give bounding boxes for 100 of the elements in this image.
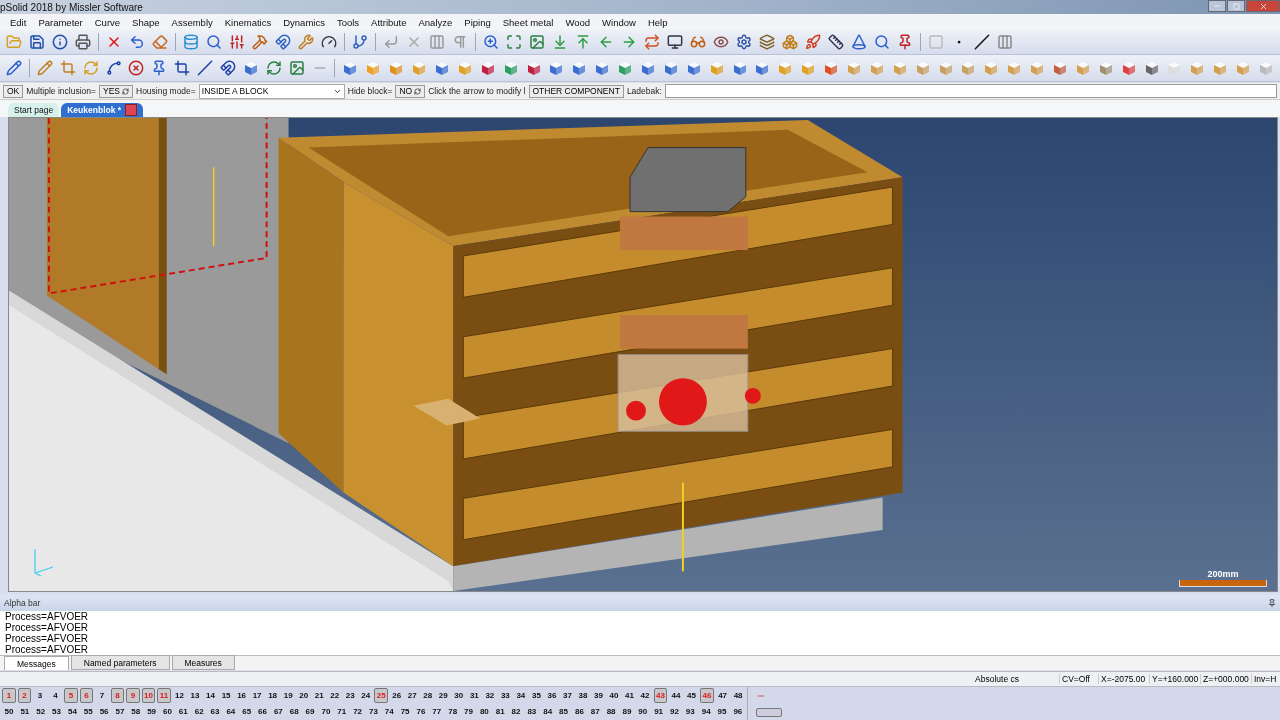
layer-button[interactable]: 90 [635,703,650,719]
eye-icon[interactable] [713,34,729,50]
layer-button[interactable]: 91 [651,703,666,719]
pilcrow-icon[interactable] [452,34,468,50]
pin-icon[interactable] [1268,599,1276,607]
layer-button[interactable]: 51 [17,703,32,719]
layer-button[interactable]: 17 [250,687,264,703]
cube-icon[interactable] [1052,60,1068,76]
layer-button[interactable]: 32 [483,687,497,703]
menu-item[interactable]: Analyze [412,16,459,28]
layer-button[interactable]: 59 [144,703,159,719]
layer-button[interactable]: 80 [477,703,492,719]
layer-button[interactable]: 3 [33,687,47,703]
menu-item[interactable]: Parameter [32,16,89,28]
layer-button[interactable]: 29 [436,687,451,703]
layer-button[interactable]: 31 [467,687,482,703]
repeat-icon[interactable] [644,34,660,50]
menu-item[interactable]: Edit [4,16,33,28]
layer-button[interactable]: 28 [420,687,435,703]
layer-button[interactable]: 13 [188,687,202,703]
menu-item[interactable]: Kinematics [218,16,278,28]
menu-item[interactable]: Help [641,16,674,28]
layer-button[interactable]: 56 [97,703,112,719]
menu-item[interactable]: Tools [330,16,366,28]
layer-button[interactable]: 18 [265,687,280,703]
layer-button[interactable]: 26 [389,687,404,703]
menu-item[interactable]: Curve [88,16,127,28]
layer-button[interactable]: 62 [192,703,207,719]
layer-button[interactable]: 58 [128,703,143,719]
layer-button[interactable]: 52 [33,703,48,719]
viewport[interactable]: 200mm [8,117,1278,592]
layer-button[interactable]: 27 [405,687,420,703]
layer-button[interactable]: 81 [493,703,508,719]
search-icon[interactable] [206,34,222,50]
cube-icon[interactable] [662,60,679,76]
layer-button[interactable]: 34 [514,687,528,703]
layer-button[interactable]: 38 [576,687,590,703]
slash-icon[interactable] [974,34,990,50]
cube-icon[interactable] [502,60,519,76]
layer-button[interactable]: 68 [287,703,302,719]
layer-button[interactable]: 88 [604,703,619,719]
menu-item[interactable]: Assembly [165,16,219,28]
cone-icon[interactable] [851,34,867,50]
layer-button[interactable]: 69 [303,703,318,719]
layer-button[interactable]: 53 [49,703,64,719]
layer-button[interactable]: 23 [343,687,358,703]
sliders-icon[interactable] [229,34,245,50]
layer-button[interactable]: 79 [461,703,476,719]
layer-button[interactable]: 36 [545,687,559,703]
cube-icon[interactable] [342,60,359,76]
layer-button[interactable]: 14 [203,687,218,703]
refresh-icon[interactable] [265,60,282,76]
layer-button[interactable]: 96 [730,703,745,719]
slash-icon[interactable] [197,60,214,76]
layer-button[interactable]: 82 [509,703,524,719]
restore-button[interactable] [1227,0,1245,12]
layer-button[interactable]: 21 [312,687,327,703]
layer-button[interactable]: 47 [715,687,730,703]
layer-button[interactable]: 85 [556,703,571,719]
layer-button[interactable]: 35 [529,687,544,703]
close-button[interactable] [1246,0,1280,12]
layer-button[interactable]: 60 [160,703,175,719]
ruler-icon[interactable] [828,34,844,50]
layer-button[interactable]: 7 [95,687,109,703]
panel-tab[interactable]: Measures [171,655,235,670]
search-icon[interactable] [874,34,890,50]
cube-icon[interactable] [571,60,588,76]
menu-item[interactable]: Shape [126,16,166,28]
component-button[interactable]: OTHER COMPONENT [528,84,624,98]
menu-item[interactable]: Attribute [365,16,413,28]
layer-button[interactable]: 72 [350,703,365,719]
cube-icon[interactable] [388,60,405,76]
layer-button[interactable]: 93 [683,703,698,719]
layer-button[interactable]: 89 [619,703,634,719]
housing-mode-dropdown[interactable]: INSIDE A BLOCK [198,83,345,99]
arrow-up-icon[interactable] [575,34,591,50]
save-icon[interactable] [29,34,45,50]
picture-icon[interactable] [288,60,305,76]
menu-item[interactable]: Sheet metal [496,16,560,28]
layer-button[interactable]: 22 [327,687,342,703]
toggle-button[interactable]: NO [395,84,426,98]
layer-button[interactable]: 71 [334,703,349,719]
layer-button[interactable]: 78 [445,703,460,719]
layer-button[interactable]: 76 [413,703,428,719]
layer-button[interactable]: 92 [667,703,682,719]
settings-icon[interactable] [736,34,752,50]
rocket-icon[interactable] [805,34,821,50]
layer-button[interactable]: 30 [451,687,466,703]
cube-icon[interactable] [1143,60,1160,76]
layer-button[interactable]: 19 [281,687,295,703]
spline-icon[interactable] [105,60,122,76]
layer-button[interactable]: 63 [207,703,222,719]
document-tab[interactable]: Keukenblok * [61,103,144,117]
boxes-icon[interactable] [782,34,798,50]
cube-icon[interactable] [433,60,450,76]
document-tab[interactable]: Start page [8,103,60,117]
layer-button[interactable]: 48 [731,687,745,703]
layer-button[interactable]: 39 [591,687,606,703]
cube-icon[interactable] [640,60,656,76]
layer-button[interactable]: 87 [588,703,603,719]
